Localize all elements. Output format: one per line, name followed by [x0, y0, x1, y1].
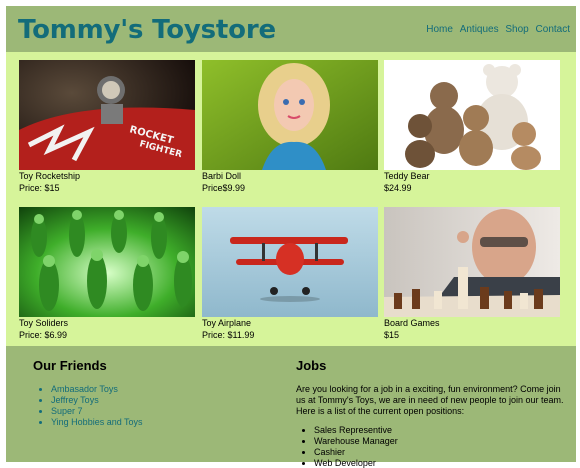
friend-link-ying[interactable]: Ying Hobbies and Toys [51, 417, 143, 427]
chess-game-image[interactable] [384, 207, 560, 317]
product-name: Toy Rocketship [19, 171, 81, 181]
toy-soldiers-image[interactable] [19, 207, 195, 317]
product-card[interactable]: Barbi Doll Price$9.99 [202, 60, 378, 194]
toy-airplane-image[interactable] [202, 207, 378, 317]
product-card[interactable]: Teddy Bear $24.99 [384, 60, 560, 194]
site-footer: Our Friends Ambasador Toys Jeffrey Toys … [6, 346, 576, 468]
product-name: Toy Soliders [19, 318, 69, 328]
product-name: Toy Airplane [202, 318, 252, 328]
jobs-heading: Jobs [296, 358, 327, 373]
product-price: $24.99 [384, 183, 412, 193]
friends-section: Our Friends Ambasador Toys Jeffrey Toys … [33, 358, 233, 428]
list-item: Jeffrey Toys [51, 395, 233, 406]
product-card[interactable]: Board Games $15 [384, 207, 560, 341]
friend-link-ambasador[interactable]: Ambasador Toys [51, 384, 118, 394]
product-name: Board Games [384, 318, 440, 328]
nav-link-shop[interactable]: Shop [505, 24, 528, 35]
friend-link-super7[interactable]: Super 7 [51, 406, 83, 416]
nav-link-antiques[interactable]: Antiques [460, 24, 499, 35]
product-name: Barbi Doll [202, 171, 242, 181]
product-price: Price: $11.99 [202, 330, 255, 340]
nav-link-contact[interactable]: Contact [536, 24, 570, 35]
site-title: Tommy's Toystore [18, 15, 276, 45]
product-name: Teddy Bear [384, 171, 430, 181]
product-price: Price: $15 [19, 183, 60, 193]
product-price: Price: $6.99 [19, 330, 68, 340]
jobs-list: Sales Representive Warehouse Manager Cas… [296, 425, 566, 468]
product-grid: ROCKET FIGHTER Toy Rocketship Price: $15 [6, 52, 576, 346]
list-item: Super 7 [51, 406, 233, 417]
list-item: Sales Representive [314, 425, 566, 436]
site-header: Tommy's Toystore Home Antiques Shop Cont… [6, 6, 576, 52]
product-card[interactable]: Toy Airplane Price: $11.99 [202, 207, 378, 341]
product-price: $15 [384, 330, 400, 340]
product-card[interactable]: Toy Soliders Price: $6.99 [19, 207, 195, 341]
main-nav: Home Antiques Shop Contact [422, 24, 570, 36]
list-item: Cashier [314, 447, 566, 458]
friends-heading: Our Friends [33, 358, 107, 373]
toy-rocketship-image[interactable]: ROCKET FIGHTER [19, 60, 195, 170]
list-item: Ying Hobbies and Toys [51, 417, 233, 428]
list-item: Warehouse Manager [314, 436, 566, 447]
barbie-doll-image[interactable] [202, 60, 378, 170]
jobs-section: Jobs Are you looking for a job in a exci… [296, 358, 566, 468]
list-item: Web Developer [314, 458, 566, 468]
product-price: Price$9.99 [202, 183, 246, 193]
jobs-intro: Are you looking for a job in a exciting,… [296, 384, 564, 416]
friend-link-jeffrey[interactable]: Jeffrey Toys [51, 395, 99, 405]
product-card[interactable]: ROCKET FIGHTER Toy Rocketship Price: $15 [19, 60, 195, 194]
page: Tommy's Toystore Home Antiques Shop Cont… [0, 0, 580, 468]
teddy-bears-image[interactable] [384, 60, 560, 170]
nav-link-home[interactable]: Home [426, 24, 453, 35]
list-item: Ambasador Toys [51, 384, 233, 395]
friends-list: Ambasador Toys Jeffrey Toys Super 7 Ying… [33, 384, 233, 428]
